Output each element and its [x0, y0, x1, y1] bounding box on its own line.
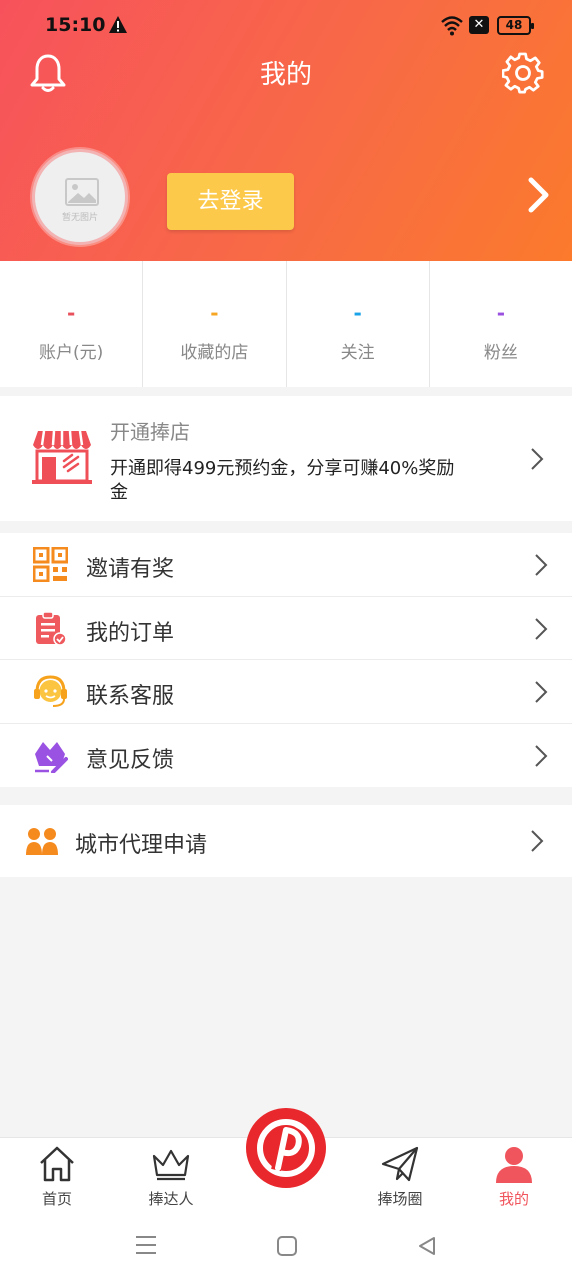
status-time: 15:10 [45, 14, 106, 36]
stat-value: - [496, 301, 506, 325]
stat-label: 粉丝 [483, 343, 518, 363]
stat-value: - [66, 301, 76, 325]
home-icon [40, 1146, 74, 1182]
stat-favorite-shops[interactable]: - 收藏的店 [143, 261, 287, 387]
menu-label: 邀请有奖 [86, 557, 175, 582]
brand-logo-icon [250, 1112, 322, 1184]
menu-icon[interactable] [135, 1235, 157, 1255]
back-icon[interactable] [416, 1235, 438, 1257]
home-square-icon[interactable] [276, 1235, 298, 1257]
nav-label: 捧达人 [148, 1190, 194, 1208]
city-agent-row[interactable]: 城市代理申请 [0, 805, 572, 877]
avatar-caption: 暂无图片 [61, 213, 98, 223]
gear-icon[interactable] [502, 52, 544, 94]
order-icon [36, 610, 67, 646]
tab-circle[interactable]: 捧场圈 [355, 1138, 445, 1214]
system-nav-bar [0, 1213, 572, 1280]
sim-status-icon: ✕ [469, 16, 489, 34]
chevron-right-icon[interactable] [527, 176, 551, 214]
page-title: 我的 [259, 60, 312, 90]
chevron-right-icon [531, 830, 544, 852]
stat-label: 关注 [340, 343, 375, 363]
tab-talent[interactable]: 捧达人 [126, 1138, 216, 1214]
stat-fans[interactable]: - 粉丝 [430, 261, 572, 387]
warning-icon [109, 16, 127, 33]
open-shop-card[interactable]: 开通捧店 开通即得499元预约金，分享可赚40%奖励金 [0, 396, 572, 521]
person-icon [496, 1147, 532, 1183]
people-icon [26, 828, 58, 855]
agent-label: 城市代理申请 [75, 833, 208, 858]
nav-label: 我的 [498, 1190, 529, 1208]
avatar[interactable]: 暂无图片 [32, 149, 128, 245]
chevron-right-icon [535, 554, 548, 576]
store-icon [32, 430, 92, 484]
chevron-right-icon [531, 448, 544, 470]
login-button[interactable]: 去登录 [167, 173, 294, 230]
shop-title: 开通捧店 [110, 420, 190, 444]
menu-label: 我的订单 [86, 620, 175, 646]
menu-label: 意见反馈 [86, 747, 175, 773]
menu-item-orders[interactable]: 我的订单 [0, 597, 572, 660]
menu-item-feedback[interactable]: 意见反馈 [0, 724, 572, 788]
battery-indicator: 48 [497, 16, 534, 35]
chevron-right-icon [535, 681, 548, 703]
qr-code-icon [33, 547, 68, 582]
menu-list: 邀请有奖 我的订单 联系客服 意见反馈 [0, 533, 572, 787]
menu-item-customer-service[interactable]: 联系客服 [0, 660, 572, 724]
menu-item-invite[interactable]: 邀请有奖 [0, 533, 572, 597]
tab-mine[interactable]: 我的 [469, 1138, 559, 1214]
nav-label: 捧场圈 [377, 1190, 423, 1208]
chevron-right-icon [535, 617, 548, 640]
stat-value: - [353, 301, 362, 325]
menu-label: 联系客服 [86, 684, 175, 709]
wifi-icon [441, 16, 463, 36]
profile-header: 15:10 ✕ 48 我的 暂无图片 去登录 [0, 0, 572, 261]
crown-icon [152, 1149, 190, 1181]
stat-value: - [210, 301, 219, 325]
tab-home[interactable]: 首页 [12, 1138, 102, 1214]
paper-plane-icon [381, 1146, 419, 1182]
headset-icon [34, 675, 67, 707]
image-placeholder-icon [65, 178, 99, 206]
chevron-right-icon [535, 744, 548, 767]
stat-account[interactable]: - 账户(元) [0, 261, 144, 387]
stats-bar: - 账户(元) - 收藏的店 - 关注 - 粉丝 [0, 261, 572, 387]
shop-description: 开通即得499元预约金，分享可赚40%奖励金 [110, 458, 455, 503]
feedback-icon [35, 741, 68, 773]
stat-label: 收藏的店 [180, 343, 249, 363]
center-publish-button[interactable] [246, 1108, 326, 1188]
stat-following[interactable]: - 关注 [287, 261, 430, 387]
status-bar: 15:10 ✕ 48 [0, 0, 572, 52]
stat-label: 账户(元) [38, 343, 104, 363]
nav-label: 首页 [41, 1190, 72, 1208]
